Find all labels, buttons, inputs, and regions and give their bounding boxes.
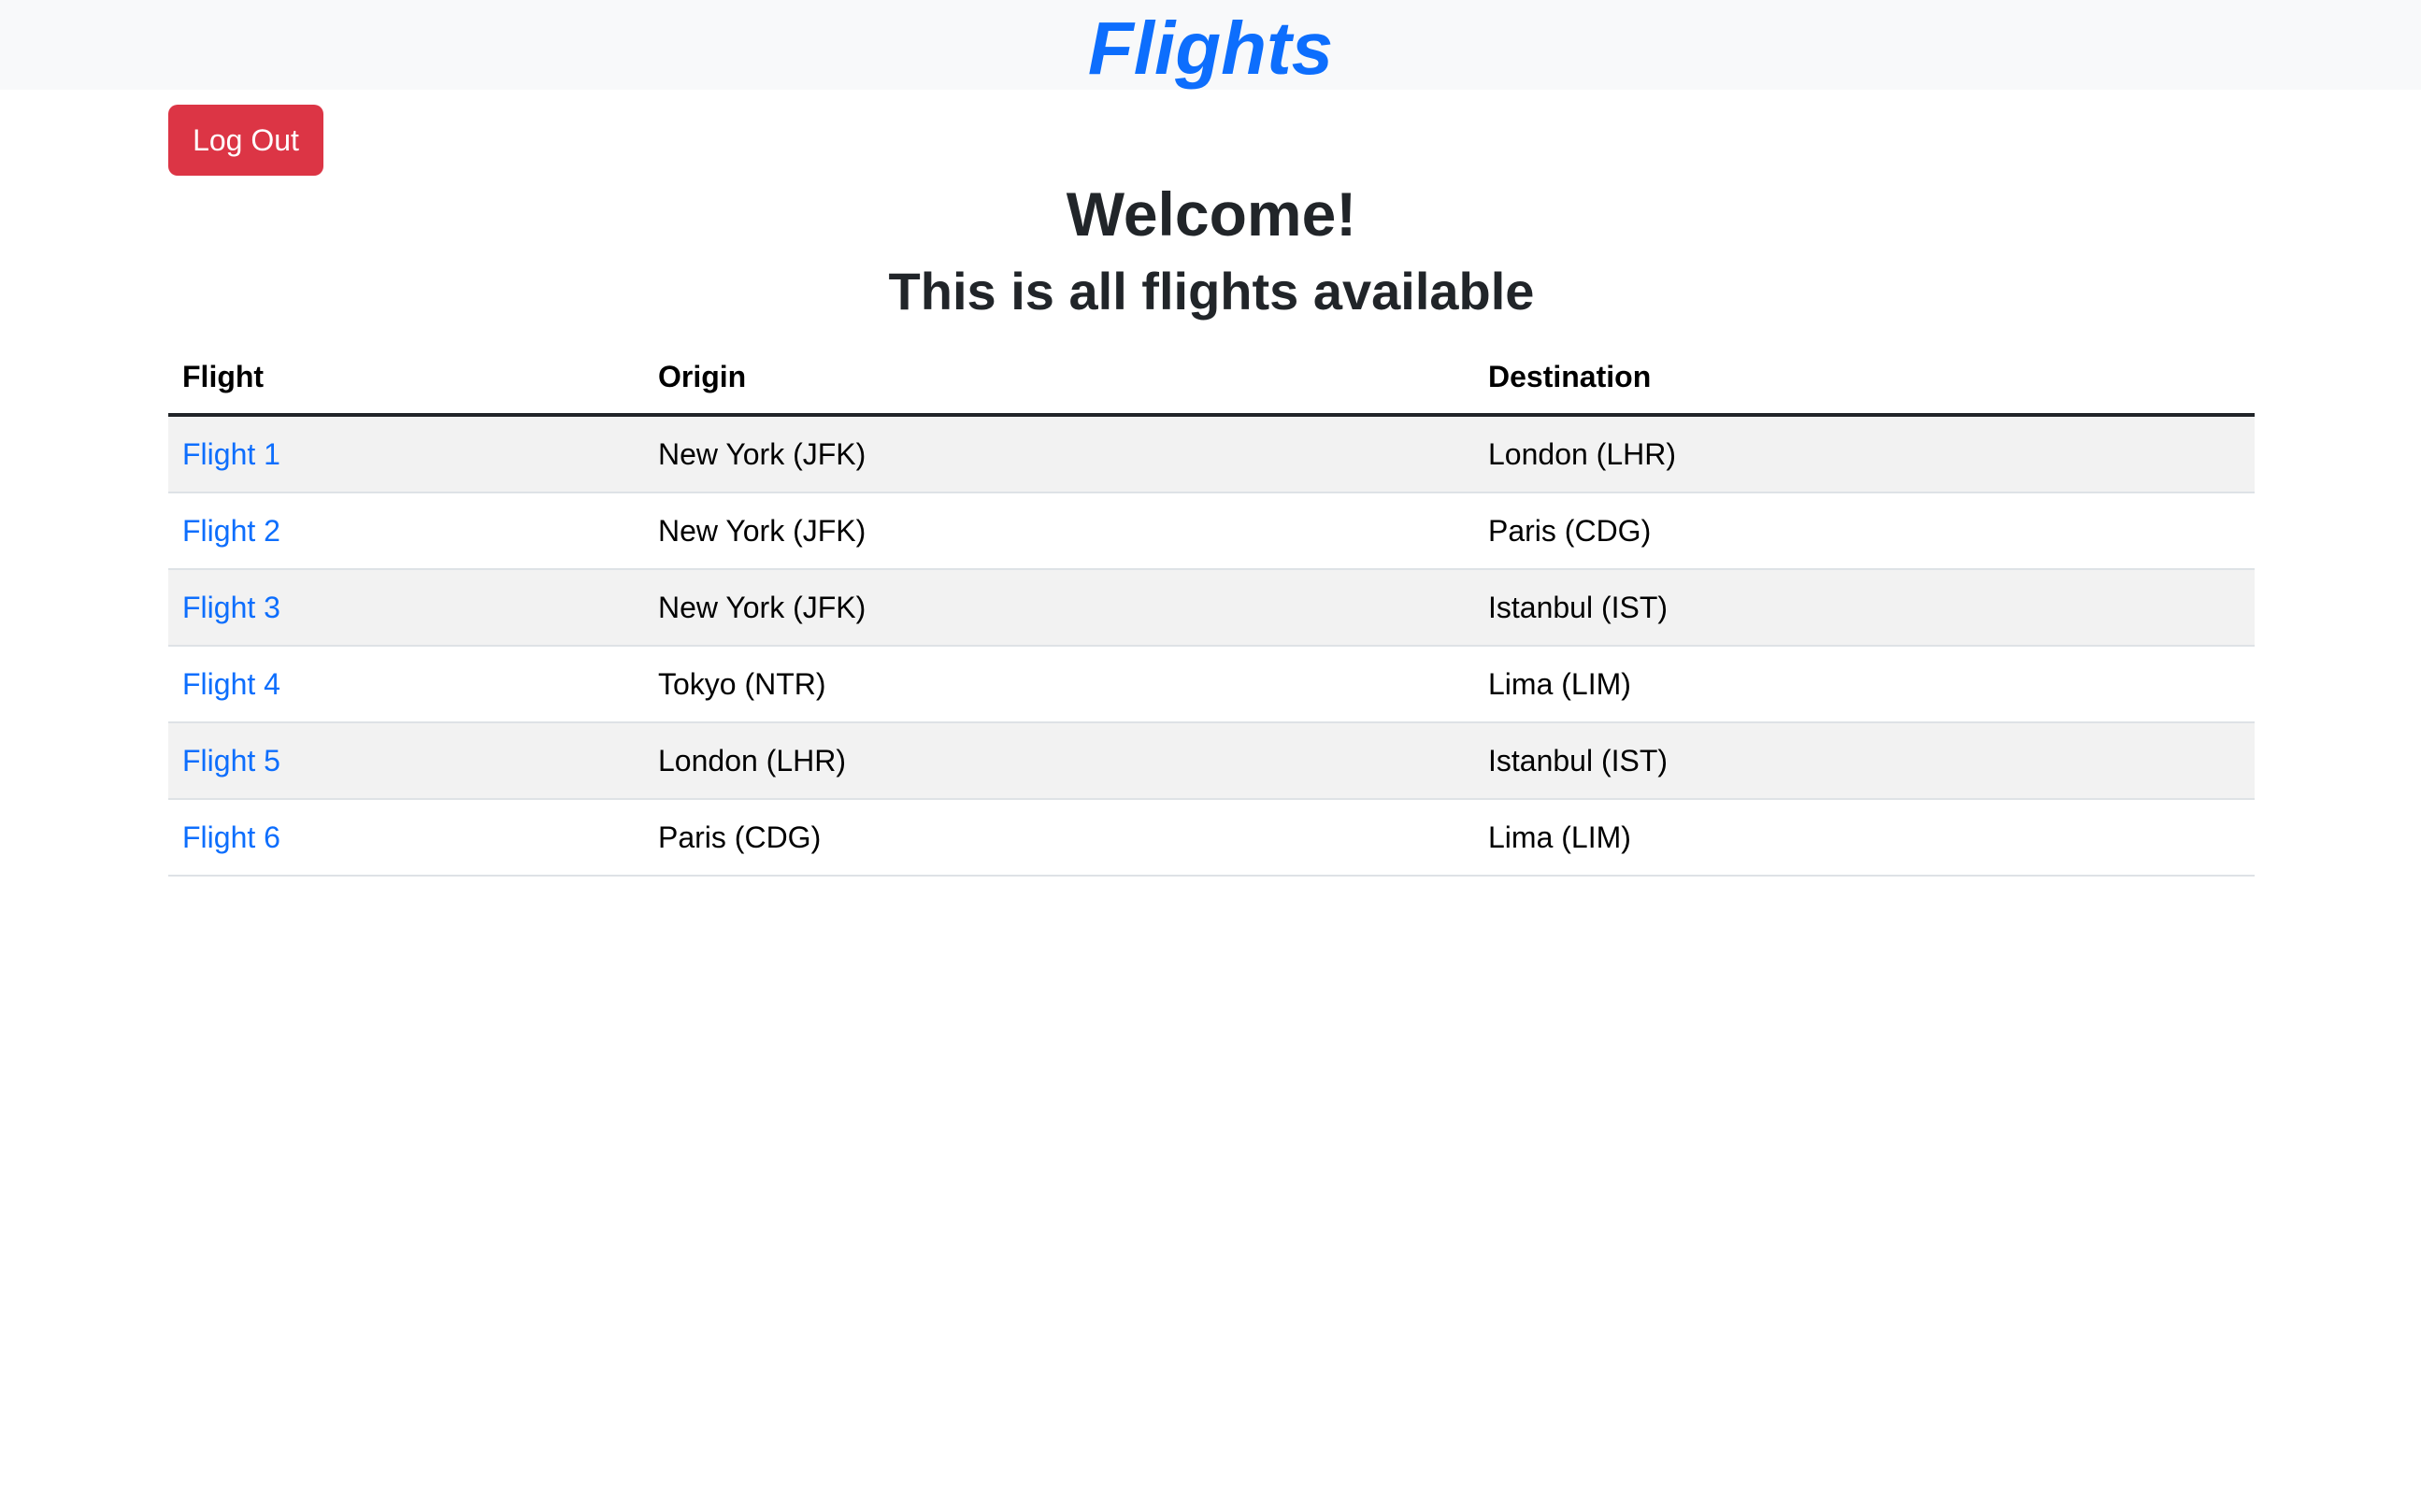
table-row: Flight 2 New York (JFK) Paris (CDG) bbox=[168, 492, 2255, 570]
table-row: Flight 6 Paris (CDG) Lima (LIM) bbox=[168, 799, 2255, 877]
flights-subtitle: This is all flights available bbox=[888, 262, 1535, 321]
column-header-origin: Origin bbox=[644, 340, 1474, 417]
destination-cell: Paris (CDG) bbox=[1474, 492, 2255, 570]
flight-link[interactable]: Flight 6 bbox=[182, 820, 280, 854]
column-header-destination: Destination bbox=[1474, 340, 2255, 417]
flight-cell: Flight 2 bbox=[168, 492, 644, 570]
table-header-row: Flight Origin Destination bbox=[168, 340, 2255, 417]
flight-link[interactable]: Flight 3 bbox=[182, 591, 280, 624]
flight-cell: Flight 6 bbox=[168, 799, 644, 877]
origin-cell: New York (JFK) bbox=[644, 492, 1474, 570]
flight-link[interactable]: Flight 5 bbox=[182, 744, 280, 777]
table-row: Flight 5 London (LHR) Istanbul (IST) bbox=[168, 722, 2255, 800]
origin-cell: Paris (CDG) bbox=[644, 799, 1474, 877]
flight-cell: Flight 4 bbox=[168, 646, 644, 723]
destination-cell: London (LHR) bbox=[1474, 415, 2255, 493]
flights-table: Flight Origin Destination Flight 1 New Y… bbox=[168, 340, 2255, 877]
flight-link[interactable]: Flight 4 bbox=[182, 667, 280, 701]
origin-cell: New York (JFK) bbox=[644, 415, 1474, 493]
flight-cell: Flight 1 bbox=[168, 415, 644, 493]
destination-cell: Istanbul (IST) bbox=[1474, 569, 2255, 647]
navbar: Flights bbox=[0, 0, 2421, 90]
table-row: Flight 1 New York (JFK) London (LHR) bbox=[168, 415, 2255, 493]
flight-cell: Flight 3 bbox=[168, 569, 644, 647]
table-row: Flight 3 New York (JFK) Istanbul (IST) bbox=[168, 569, 2255, 647]
welcome-heading: Welcome! bbox=[1066, 179, 1357, 249]
log-out-button[interactable]: Log Out bbox=[168, 105, 323, 176]
destination-cell: Istanbul (IST) bbox=[1474, 722, 2255, 800]
origin-cell: New York (JFK) bbox=[644, 569, 1474, 647]
destination-cell: Lima (LIM) bbox=[1474, 646, 2255, 723]
flight-cell: Flight 5 bbox=[168, 722, 644, 800]
table-row: Flight 4 Tokyo (NTR) Lima (LIM) bbox=[168, 646, 2255, 723]
origin-cell: Tokyo (NTR) bbox=[644, 646, 1474, 723]
destination-cell: Lima (LIM) bbox=[1474, 799, 2255, 877]
brand-link[interactable]: Flights bbox=[1088, 2, 1333, 95]
origin-cell: London (LHR) bbox=[644, 722, 1474, 800]
column-header-flight: Flight bbox=[168, 340, 644, 417]
flight-link[interactable]: Flight 2 bbox=[182, 514, 280, 548]
flight-link[interactable]: Flight 1 bbox=[182, 437, 280, 471]
